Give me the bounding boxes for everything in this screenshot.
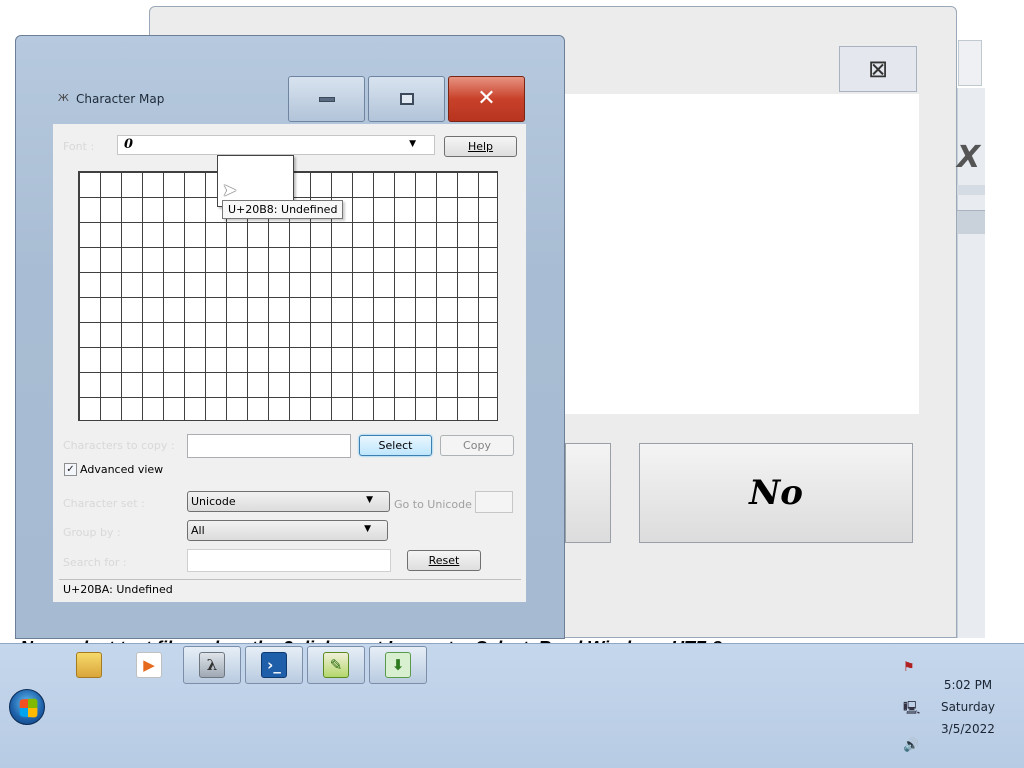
character-set-select[interactable]: Unicode ▼ [187,491,390,512]
right-window-bar [957,185,985,195]
volume-icon[interactable]: 🔊 [903,738,919,754]
reset-button[interactable]: Reset [407,550,481,571]
clock-time[interactable]: 5:02 PM [930,678,1006,692]
git-icon: ⬇ [385,652,411,678]
group-by-select[interactable]: All ▼ [187,520,388,541]
taskbar-button-git-gui[interactable]: ⬇ [369,646,427,684]
background-dialog-close-button[interactable]: ⊠ [839,46,917,92]
go-to-unicode-input[interactable] [475,491,513,513]
group-by-label: Group by : [63,526,121,539]
background-dialog-yes-button[interactable] [565,443,611,543]
character-map-window: Ж Character Map ✕ Font : 0 ▼ Help U+20B8… [15,35,565,639]
group-by-value: All [191,524,205,537]
taskbar-button-explorer[interactable] [60,646,118,684]
background-dialog-content [565,94,919,414]
windows-logo-icon [19,698,38,718]
mouse-cursor-icon: ➤ [222,180,238,201]
select-button[interactable]: Select [359,435,432,456]
clock-date[interactable]: 3/5/2022 [930,722,1006,736]
character-map-client-area: Font : 0 ▼ Help U+20B8: Undefined ➤ Char… [53,124,526,602]
clock-day[interactable]: Saturday [930,700,1006,714]
action-center-flag-icon[interactable]: ⚑ [903,660,919,676]
character-set-label: Character set : [63,497,145,510]
go-to-unicode-label: Go to Unicode : [394,498,480,511]
chevron-down-icon: ▼ [409,139,416,149]
powershell-icon: ›_ [261,652,287,678]
character-tooltip: U+20B8: Undefined [222,200,344,219]
character-map-app-icon: Ж [58,93,69,104]
folder-icon [76,652,102,678]
right-window-close-icon[interactable]: X [957,140,980,175]
minimize-icon [318,96,335,102]
close-icon: ⊠ [867,55,889,83]
characters-to-copy-input[interactable] [187,434,351,458]
status-bar: U+20BA: Undefined [59,579,521,599]
media-player-icon: ▶ [136,652,162,678]
chevron-down-icon: ▼ [366,495,373,505]
chevron-down-icon: ▼ [364,524,371,534]
start-button[interactable] [9,689,45,725]
advanced-view-label[interactable]: Advanced view [80,463,163,476]
taskbar-button-notepad-plus-plus[interactable]: ✎ [307,646,365,684]
taskbar-button-lambda-app[interactable]: λ [183,646,241,684]
taskbar-button-media-player[interactable]: ▶ [120,646,178,684]
lambda-icon: λ [199,652,225,678]
advanced-view-checkbox[interactable]: ✓ [64,463,77,476]
characters-to-copy-label: Characters to copy : [63,439,175,452]
network-icon[interactable]: 🖳 [903,699,920,716]
right-window-scroll-area [957,210,985,234]
background-dialog-no-button[interactable]: No [639,443,913,543]
character-set-value: Unicode [191,495,236,508]
close-icon: ✕ [477,86,496,111]
font-label: Font : [63,140,95,153]
maximize-icon [399,93,414,105]
font-select-value: 0 [124,137,134,152]
search-for-input[interactable] [187,549,391,572]
window-title: Character Map [76,92,165,106]
close-button[interactable]: ✕ [448,76,525,122]
help-button[interactable]: Help [444,136,517,157]
search-for-label: Search for : [63,556,127,569]
font-select[interactable]: 0 ▼ [117,135,435,155]
maximize-button[interactable] [368,76,445,122]
notepad-plus-plus-icon: ✎ [323,652,349,678]
minimize-button[interactable] [288,76,365,122]
taskbar-button-powershell[interactable]: ›_ [245,646,303,684]
taskbar: ▶ λ ›_ ✎ ⬇ ⚑ 🖳 🔊 5:02 PM Saturday 3/5/20… [0,643,1024,768]
copy-button[interactable]: Copy [440,435,514,456]
background-window-edge-button[interactable] [958,40,982,86]
